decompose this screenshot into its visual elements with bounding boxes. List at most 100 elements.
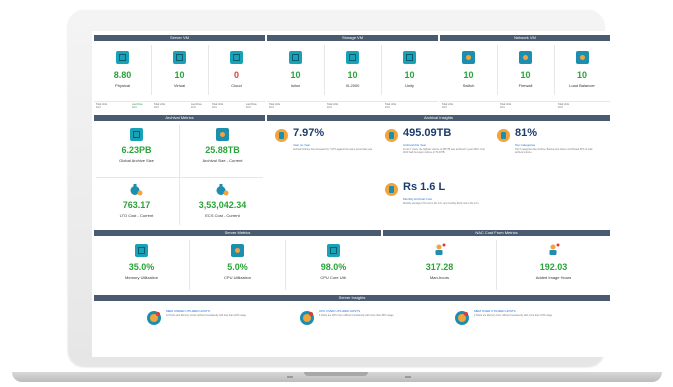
network-switch-card[interactable]: 10 Switch: [440, 43, 497, 101]
dashboard-screen: Server VM 8.80 Physical 10 Virtual 0 Clo…: [92, 31, 612, 357]
network-loadbalancer-card[interactable]: 10 Load Balancer: [554, 43, 610, 101]
metric-value: 10: [174, 70, 185, 80]
storage-vm-stats-strip: Total Units 10.0 Total Units 10.0 Total …: [267, 101, 438, 110]
server-vm-stats-strip: Total Units 10.0 Last Drive 10.0 Total U…: [94, 101, 265, 110]
switch-icon: [462, 51, 475, 64]
insight-icon: [385, 129, 398, 142]
metric-label: Physical: [115, 83, 130, 88]
metric-value: 10: [463, 70, 474, 80]
insight-desc: In last 7 years, the highest volume of 4…: [403, 148, 485, 154]
server-vm-panel: Server VM 8.80 Physical 10 Virtual 0 Clo…: [94, 35, 265, 115]
metric-label: Added Image Hours: [535, 275, 572, 280]
metric-label: LTO Cost - Current: [119, 213, 154, 218]
server-physical-card[interactable]: 8.80 Physical: [94, 43, 151, 101]
insight-desc: Top 5 categories like Archive, Backup an…: [515, 148, 593, 154]
stat-value: 10.0: [132, 106, 137, 109]
stat-value: 10.0: [269, 106, 274, 109]
insight-year-on-year[interactable]: 7.97% Year on Year Archival Volume has i…: [275, 127, 380, 177]
storage-icon: [289, 51, 302, 64]
laptop-hinge-mark: [287, 376, 293, 378]
server-metrics-panel: Server Metrics 35.0% Memory Utilization …: [94, 230, 381, 294]
stat-value: 10.0: [327, 106, 332, 109]
insight-label: Monthly Archival Cost: [403, 197, 432, 201]
insight-archival-this-year[interactable]: 495.09TB Archival this Year In last 7 ye…: [385, 127, 490, 177]
metric-label: Firewall: [518, 83, 533, 88]
laptop-notch: [304, 372, 368, 376]
insight-title: MEM OVER UTILIZED HOSTS: [474, 309, 516, 313]
cloud-icon: [230, 51, 243, 64]
insight-monthly-archival-cost[interactable]: Rs 1.6 L Monthly Archival Cost Monthly a…: [385, 181, 495, 226]
insight-icon: [275, 129, 288, 142]
stat-value: 10.0: [154, 106, 159, 109]
insight-icon: [497, 129, 510, 142]
metric-value: 3,53,042.34: [198, 200, 247, 210]
metric-value: 10: [347, 70, 358, 80]
insight-title: MEM UNDER UTILIZED HOSTS: [166, 309, 210, 313]
money-bag-icon: [130, 184, 143, 196]
insight-top-categories[interactable]: 81% Top Categories Top 5 categories like…: [497, 127, 602, 177]
metric-value: 6.23PB: [121, 145, 152, 155]
insight-icon: [385, 183, 398, 196]
metric-value: 10: [576, 70, 587, 80]
panel-title: Storage VM: [267, 35, 438, 41]
panel-title: Archival Metrics: [94, 115, 265, 121]
stat-value: 10.0: [558, 106, 563, 109]
metric-value: 8.80: [113, 70, 132, 80]
server-insight-icon: [300, 311, 314, 325]
metric-label: XL2000: [345, 83, 360, 88]
storage-isilon-card[interactable]: 10 Isilon: [267, 43, 324, 101]
insight-desc: Monthly average LTO cost is Rs 1.6 L and…: [403, 202, 479, 205]
storage-icon: [346, 51, 359, 64]
metric-label: CPU Utilization: [224, 275, 251, 280]
insight-title: CPU OVER UTILIZED HOSTS: [319, 309, 361, 313]
server-insights-panel: Server Insights MEM UNDER UTILIZED HOSTS…: [94, 295, 610, 341]
insight-label: Year on Year: [293, 143, 311, 147]
stat-value: 10.0: [96, 106, 101, 109]
added-image-hours-card[interactable]: 192.03 Added Image Hours: [497, 237, 610, 293]
archive-icon: [130, 128, 143, 141]
money-bag-icon: [216, 184, 229, 196]
insight-desc: Archival Volume has increased by 7.97% a…: [293, 148, 373, 151]
panel-title: Server VM: [94, 35, 265, 41]
insight-mem-over-utilized[interactable]: MEM OVER UTILIZED HOSTS 2 Hosts are Memo…: [454, 307, 604, 335]
panel-title: Archival Insights: [267, 115, 610, 121]
memory-utilization-card[interactable]: 35.0% Memory Utilization: [94, 237, 189, 293]
memory-icon: [135, 244, 148, 257]
insight-desc: 2 Hosts are Memory Over utilized Consist…: [474, 314, 553, 317]
insight-desc: 4 Hosts are CPU Over utilized Consistent…: [319, 314, 394, 317]
stat-value: 10.0: [442, 106, 447, 109]
insight-mem-under-utilized[interactable]: MEM UNDER UTILIZED HOSTS 10 Hosts and Me…: [146, 307, 296, 335]
man-hours-card[interactable]: 317.28 Man-hours: [383, 237, 496, 293]
load-balancer-icon: [576, 51, 589, 64]
metric-value: 35.0%: [128, 262, 155, 272]
storage-xl2000-card[interactable]: 10 XL2000: [324, 43, 381, 101]
global-archive-size-card[interactable]: 6.23PB Global Archive Size: [94, 123, 179, 175]
cpu-utilization-card[interactable]: 5.0% CPU Utilization: [190, 237, 285, 293]
network-firewall-card[interactable]: 10 Firewall: [497, 43, 554, 101]
stat-value: 10.0: [385, 106, 390, 109]
lto-cost-card[interactable]: 763.17 LTO Cost - Current: [94, 178, 179, 230]
cpu-core-util-card[interactable]: 98.0% CPU Core Util.: [286, 237, 381, 293]
insight-value: 495.09TB: [403, 127, 452, 139]
metric-label: Load Balancer: [569, 83, 595, 88]
panel-title: Server Metrics: [94, 230, 381, 236]
stat-value: 10.0: [191, 106, 196, 109]
storage-unity-card[interactable]: 10 Unity: [381, 43, 438, 101]
insight-cpu-over-utilized[interactable]: CPU OVER UTILIZED HOSTS 4 Hosts are CPU …: [299, 307, 449, 335]
nac-cost-panel: NAC Cost From Metrics 317.28 Man-hours 1…: [383, 230, 610, 294]
person-icon: [549, 243, 560, 255]
server-icon: [116, 51, 129, 64]
server-virtual-card[interactable]: 10 Virtual: [151, 43, 208, 101]
archival-size-current-card[interactable]: 25.88TB Archival Size - Current: [180, 123, 265, 175]
stat-value: 10.0: [246, 106, 251, 109]
metric-value: 25.88TB: [205, 145, 240, 155]
server-insight-icon: [455, 311, 469, 325]
ecs-cost-card[interactable]: 3,53,042.34 ECS Cost - Current: [180, 178, 265, 230]
cpu-icon: [231, 244, 244, 257]
server-insight-icon: [147, 311, 161, 325]
metric-label: Virtual: [173, 83, 186, 88]
archival-insights-panel: Archival Insights 7.97% Year on Year Arc…: [267, 115, 610, 230]
cpu-core-icon: [327, 244, 340, 257]
server-cloud-card[interactable]: 0 Cloud: [208, 43, 265, 101]
stat-value: 10.0: [500, 106, 505, 109]
